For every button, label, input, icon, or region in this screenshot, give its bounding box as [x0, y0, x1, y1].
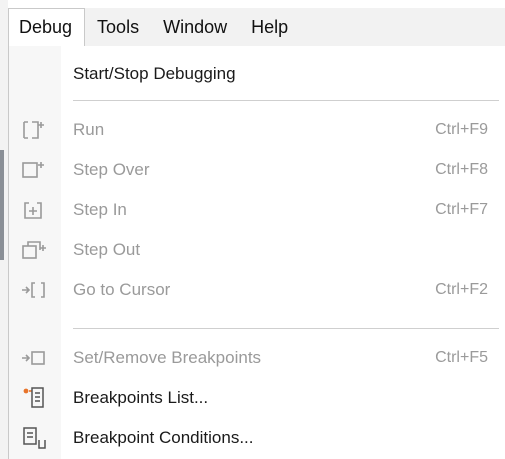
menu-item-shortcut: Ctrl+F9	[435, 121, 488, 138]
go-to-cursor-icon	[9, 279, 61, 301]
menu-debug[interactable]: Debug	[8, 8, 86, 46]
menu-bar: Debug Tools Window Help	[8, 8, 505, 47]
menu-item-run[interactable]: Run Ctrl+F9	[9, 110, 505, 150]
menu-separator	[73, 328, 499, 329]
menu-item-label: Start/Stop Debugging	[73, 64, 236, 83]
menu-item-go-to-cursor[interactable]: Go to Cursor Ctrl+F2	[9, 270, 505, 310]
menu-item-start-stop-debugging[interactable]: Start/Stop Debugging	[9, 54, 505, 94]
toggle-breakpoint-icon	[9, 347, 61, 369]
menu-item-step-out[interactable]: Step Out	[9, 230, 505, 270]
menu-item-step-in[interactable]: Step In Ctrl+F7	[9, 190, 505, 230]
menu-item-shortcut: Ctrl+F5	[435, 349, 488, 366]
menu-item-shortcut: Ctrl+F7	[435, 201, 488, 218]
menu-item-label: Go to Cursor	[73, 280, 171, 299]
menu-window[interactable]: Window	[151, 8, 239, 46]
menu-separator	[73, 100, 499, 101]
menu-item-label: Set/Remove Breakpoints	[73, 348, 262, 367]
window-backdrop-strip	[0, 150, 4, 260]
step-over-icon	[9, 159, 61, 181]
step-out-icon	[9, 239, 61, 261]
menu-item-breakpoint-conditions[interactable]: Breakpoint Conditions...	[9, 418, 505, 458]
step-in-icon	[9, 199, 61, 221]
menu-item-label: Step In	[73, 200, 127, 219]
menu-item-label: Step Over	[73, 160, 150, 179]
menu-help[interactable]: Help	[239, 8, 300, 46]
menu-item-breakpoints-list[interactable]: Breakpoints List...	[9, 378, 505, 418]
menu-item-label: Breakpoint Conditions...	[73, 428, 254, 447]
menu-item-shortcut: Ctrl+F8	[435, 161, 488, 178]
menu-item-label: Step Out	[73, 240, 141, 259]
debug-dropdown-menu: Start/Stop Debugging Run Ctrl+F9 Step Ov…	[8, 46, 505, 459]
breakpoint-conditions-icon	[9, 426, 61, 450]
menu-item-step-over[interactable]: Step Over Ctrl+F8	[9, 150, 505, 190]
breakpoints-list-icon	[9, 386, 61, 410]
menu-tools[interactable]: Tools	[85, 8, 151, 46]
menu-item-shortcut: Ctrl+F2	[435, 281, 488, 298]
menu-item-label: Run	[73, 120, 105, 139]
menu-item-set-remove-breakpoints[interactable]: Set/Remove Breakpoints Ctrl+F5	[9, 338, 505, 378]
menu-item-label: Breakpoints List...	[73, 388, 209, 407]
run-icon	[9, 119, 61, 141]
